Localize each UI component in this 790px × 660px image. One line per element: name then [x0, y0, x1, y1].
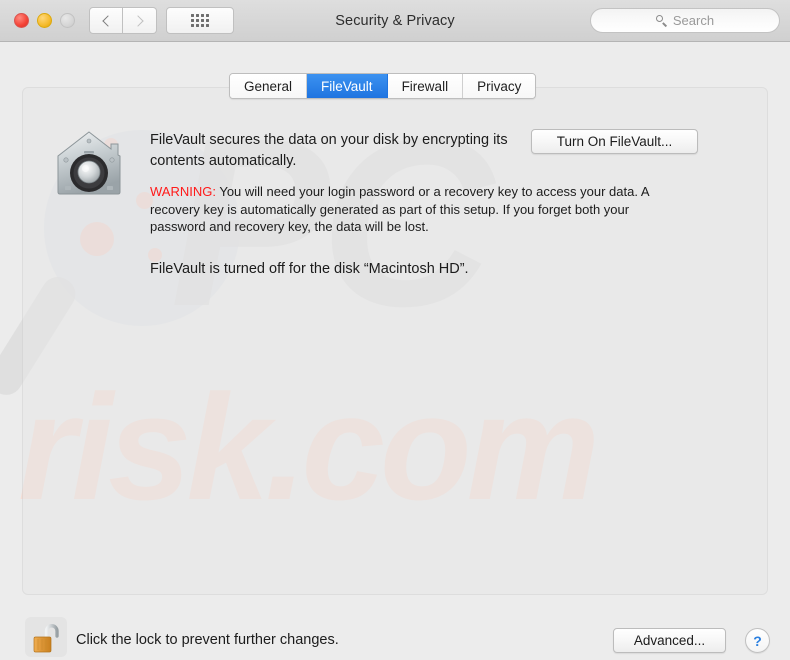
- advanced-button[interactable]: Advanced...: [613, 628, 726, 653]
- tab-general[interactable]: General: [230, 74, 308, 98]
- search-input[interactable]: Search: [590, 8, 780, 33]
- turn-on-filevault-button[interactable]: Turn On FileVault...: [531, 129, 698, 154]
- title-bar: Security & Privacy Search: [0, 0, 790, 42]
- help-button[interactable]: ?: [745, 628, 770, 653]
- lock-button[interactable]: [25, 617, 67, 657]
- filevault-warning: WARNING: You will need your login passwo…: [150, 183, 685, 236]
- filevault-status: FileVault is turned off for the disk “Ma…: [150, 261, 469, 277]
- warning-label: WARNING:: [150, 184, 216, 199]
- tab-bar: General FileVault Firewall Privacy: [229, 73, 537, 99]
- warning-text: You will need your login password or a r…: [150, 184, 649, 234]
- search-placeholder: Search: [672, 13, 715, 28]
- tab-firewall[interactable]: Firewall: [387, 74, 464, 98]
- search-icon: [655, 15, 667, 26]
- unlocked-padlock-icon: [33, 622, 59, 653]
- tab-privacy[interactable]: Privacy: [463, 74, 536, 98]
- filevault-safe-icon: [54, 130, 124, 196]
- tab-filevault[interactable]: FileVault: [307, 74, 388, 98]
- lock-status-label: Click the lock to prevent further change…: [76, 632, 339, 648]
- preferences-window: PC risk.com Security & Privacy: [0, 0, 790, 660]
- filevault-heading: FileVault secures the data on your disk …: [150, 132, 508, 169]
